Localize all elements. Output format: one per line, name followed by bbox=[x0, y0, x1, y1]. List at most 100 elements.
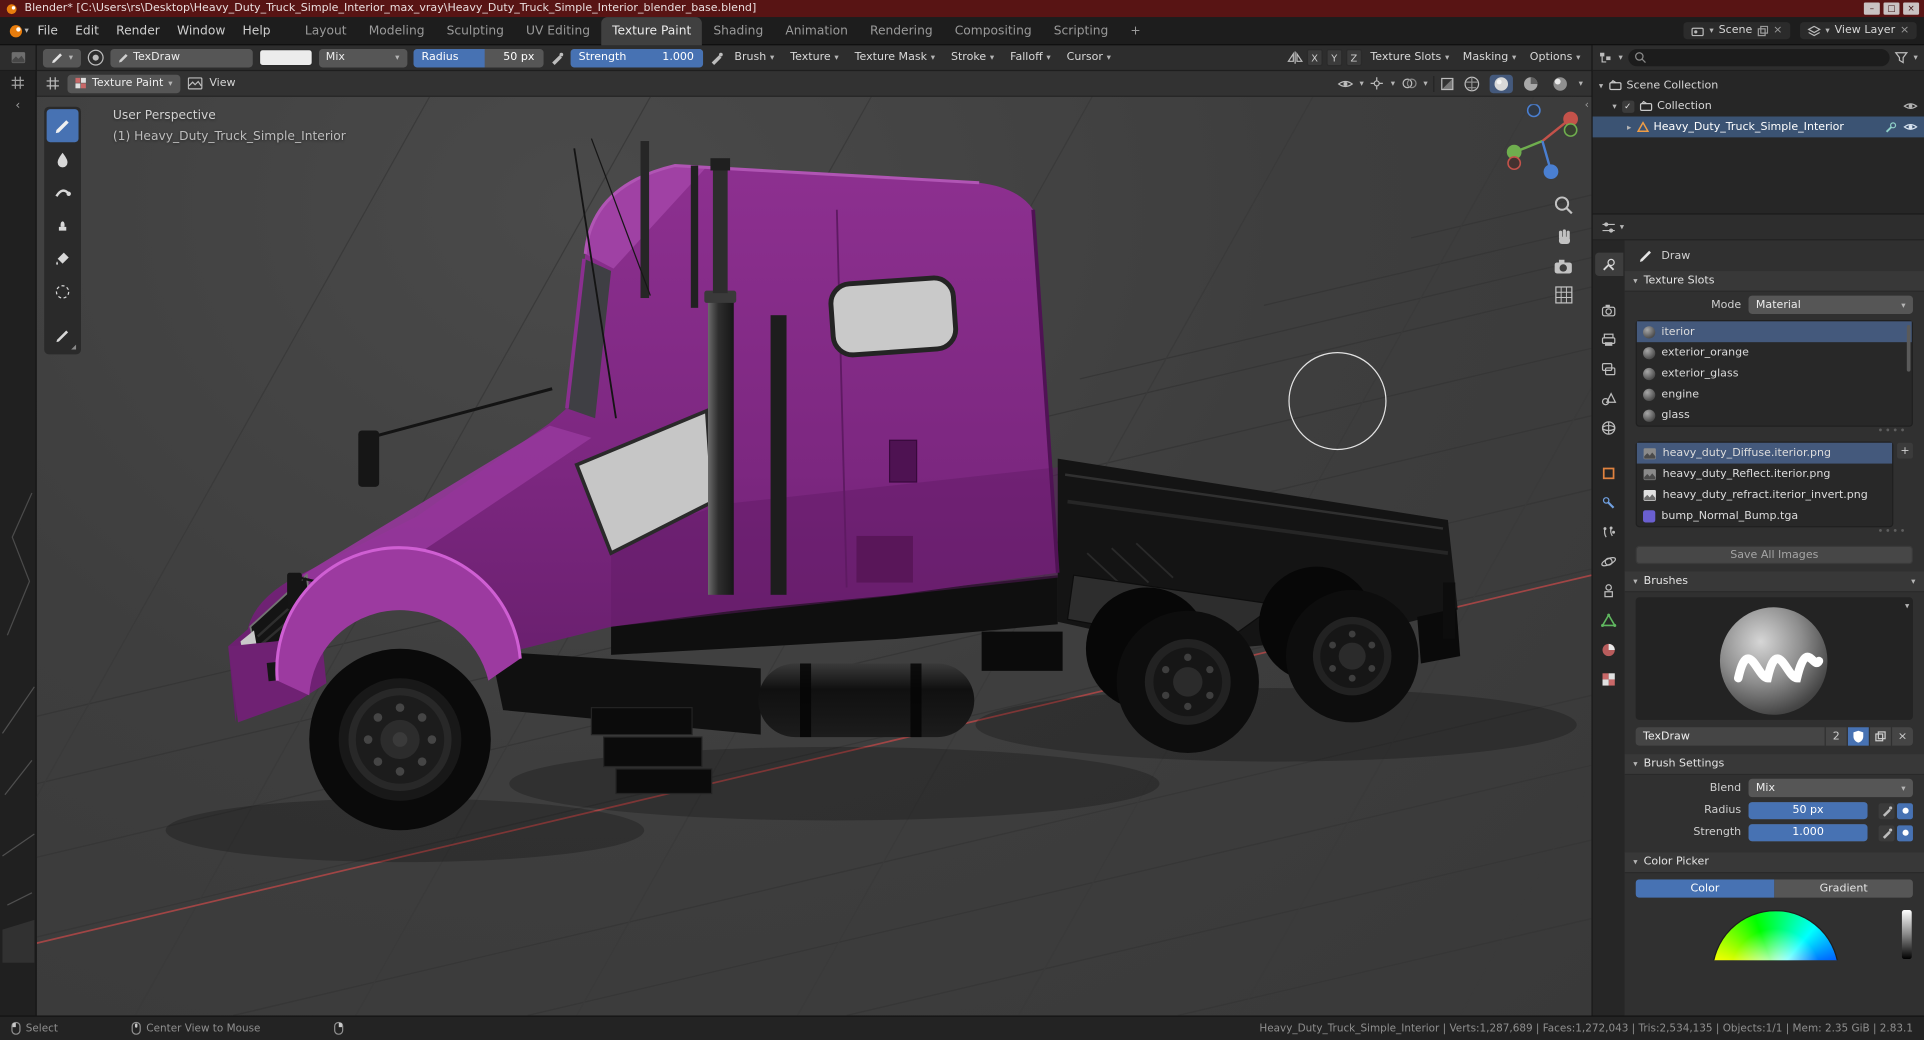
menu-edit[interactable]: Edit bbox=[67, 24, 108, 37]
chevron-down-icon[interactable]: ▾ bbox=[1612, 101, 1616, 111]
value-slider[interactable] bbox=[1901, 910, 1912, 960]
brush-popover[interactable]: Brush ▾ bbox=[729, 52, 779, 64]
shading-material-button[interactable] bbox=[1520, 74, 1543, 92]
texture-slot-row[interactable]: heavy_duty_refract.iterior_invert.png bbox=[1637, 484, 1892, 505]
brush-name-field[interactable]: TexDraw bbox=[1635, 727, 1825, 746]
tool-clone-button[interactable] bbox=[47, 208, 79, 241]
view-menu[interactable]: View bbox=[209, 77, 235, 89]
unlink-scene-button[interactable]: × bbox=[1773, 25, 1782, 37]
tab-render[interactable] bbox=[1595, 298, 1623, 321]
truck-front-wheel[interactable] bbox=[309, 648, 491, 831]
falloff-popover[interactable]: Falloff ▾ bbox=[1005, 52, 1055, 64]
tab-shading[interactable]: Shading bbox=[702, 17, 774, 45]
xray-toggle-icon[interactable] bbox=[1441, 77, 1455, 90]
radius-slider[interactable]: 50 px bbox=[1748, 802, 1868, 820]
maximize-button[interactable]: □ bbox=[1883, 2, 1900, 15]
material-slot-row[interactable]: exterior_glass bbox=[1637, 363, 1912, 384]
pan-hand-icon[interactable] bbox=[1554, 227, 1574, 247]
panel-brush-settings[interactable]: ▾ Brush Settings bbox=[1624, 754, 1924, 776]
toggle-ortho-icon[interactable] bbox=[1555, 286, 1573, 304]
resize-grip[interactable]: ∙∙∙∙ bbox=[1625, 526, 1924, 537]
tab-material[interactable] bbox=[1595, 638, 1623, 661]
overlays-toggle-icon[interactable] bbox=[1401, 77, 1417, 89]
material-slot-row[interactable]: exterior_orange bbox=[1637, 342, 1912, 363]
shading-solid-button[interactable] bbox=[1490, 74, 1514, 93]
symmetry-y-toggle[interactable]: Y bbox=[1326, 49, 1343, 67]
material-slot-row[interactable]: glass bbox=[1637, 405, 1912, 426]
save-all-images-button[interactable]: Save All Images bbox=[1635, 545, 1913, 565]
radius-pressure-icon[interactable] bbox=[1878, 802, 1895, 819]
tab-scene[interactable] bbox=[1595, 386, 1623, 409]
brush-preview-icon[interactable] bbox=[87, 49, 104, 66]
panel-brushes[interactable]: ▾ Brushes ▾ bbox=[1624, 571, 1924, 593]
gradient-tab[interactable]: Gradient bbox=[1774, 879, 1913, 898]
brush-specials-icon[interactable]: ▾ bbox=[1911, 576, 1915, 586]
cursor-popover[interactable]: Cursor ▾ bbox=[1062, 52, 1116, 64]
truck-battery-box[interactable] bbox=[981, 631, 1063, 671]
strength-slider[interactable]: Strength 1.000 bbox=[569, 48, 703, 67]
tool-fill-button[interactable] bbox=[47, 242, 79, 275]
radius-unified-icon[interactable] bbox=[1897, 802, 1913, 819]
color-tab[interactable]: Color bbox=[1635, 879, 1775, 898]
region-collapse-arrow[interactable]: ‹ bbox=[1585, 99, 1589, 111]
texture-slots-popover[interactable]: Texture Slots ▾ bbox=[1366, 52, 1455, 64]
truck-fuel-tank[interactable] bbox=[758, 663, 975, 738]
blend-mode-dropdown[interactable]: Mix ▾ bbox=[318, 48, 407, 67]
color-wheel[interactable] bbox=[1711, 910, 1840, 961]
preview-expand-icon[interactable]: ▾ bbox=[1905, 601, 1909, 611]
outliner-editor-icon[interactable] bbox=[1599, 51, 1614, 64]
navigation-gizmo[interactable] bbox=[1503, 104, 1582, 182]
collapse-region-arrow[interactable]: ‹ bbox=[15, 99, 20, 112]
chevron-down-icon[interactable]: ▾ bbox=[1599, 80, 1603, 90]
side-editor-body[interactable]: ‹ bbox=[0, 71, 36, 1015]
strength-unified-icon[interactable] bbox=[1897, 824, 1913, 841]
image-icon[interactable] bbox=[187, 77, 202, 90]
material-slot-row[interactable]: iterior bbox=[1636, 321, 1912, 343]
tool-annotate-button[interactable] bbox=[47, 319, 79, 352]
menu-file[interactable]: File bbox=[29, 24, 67, 37]
menu-window[interactable]: Window bbox=[168, 24, 234, 37]
brush-users-count[interactable]: 2 bbox=[1825, 727, 1847, 746]
tab-object[interactable] bbox=[1595, 461, 1623, 484]
tab-scripting[interactable]: Scripting bbox=[1043, 17, 1120, 45]
properties-editor-icon[interactable] bbox=[1601, 220, 1616, 233]
tool-soften-button[interactable] bbox=[47, 142, 79, 175]
list-scrollbar[interactable] bbox=[1906, 325, 1911, 372]
tab-physics[interactable] bbox=[1595, 549, 1623, 572]
texture-mask-popover[interactable]: Texture Mask ▾ bbox=[850, 52, 940, 64]
tool-mask-button[interactable] bbox=[47, 275, 79, 308]
tab-texture-paint[interactable]: Texture Paint bbox=[601, 16, 703, 45]
unlink-brush-button[interactable]: × bbox=[1892, 727, 1913, 746]
close-button[interactable]: × bbox=[1903, 2, 1920, 15]
symmetry-x-toggle[interactable]: X bbox=[1306, 49, 1323, 67]
blend-dropdown[interactable]: Mix ▾ bbox=[1748, 778, 1913, 798]
tab-constraints[interactable] bbox=[1595, 579, 1623, 602]
brush-preview[interactable]: ▾ bbox=[1635, 597, 1913, 720]
outliner-row-truck-object[interactable]: ▸ Heavy_Duty_Truck_Simple_Interior bbox=[1592, 116, 1924, 138]
mode-dropdown[interactable]: Texture Paint ▾ bbox=[67, 74, 180, 93]
material-slot-row[interactable]: engine bbox=[1637, 384, 1912, 405]
tab-uv-editing[interactable]: UV Editing bbox=[515, 17, 601, 45]
active-tool-button[interactable]: ▾ bbox=[42, 48, 81, 67]
side-editor-header[interactable] bbox=[0, 45, 36, 72]
viewport-scene[interactable] bbox=[36, 96, 1592, 1016]
masking-popover[interactable]: Masking ▾ bbox=[1458, 52, 1521, 64]
view-layer-selector[interactable]: ▾ View Layer × bbox=[1799, 22, 1917, 40]
outliner-row-collection[interactable]: ▾ ✓ Collection bbox=[1593, 96, 1924, 117]
stroke-popover[interactable]: Stroke ▾ bbox=[946, 52, 999, 64]
fake-user-shield-icon[interactable] bbox=[1847, 727, 1869, 746]
viewport-3d[interactable]: User Perspective (1) Heavy_Duty_Truck_Si… bbox=[36, 96, 1592, 1016]
eye-icon[interactable] bbox=[1903, 121, 1918, 132]
radius-pressure-icon[interactable] bbox=[549, 50, 564, 66]
tab-compositing[interactable]: Compositing bbox=[944, 17, 1043, 45]
shading-rendered-button[interactable] bbox=[1549, 74, 1572, 92]
texture-slot-row[interactable]: heavy_duty_Diffuse.iterior.png bbox=[1636, 442, 1893, 464]
panel-texture-slots[interactable]: ▾ Texture Slots bbox=[1624, 271, 1924, 292]
remove-view-layer-button[interactable]: × bbox=[1900, 25, 1909, 37]
options-popover[interactable]: Options ▾ bbox=[1525, 52, 1585, 64]
mode-dropdown[interactable]: Material ▾ bbox=[1748, 295, 1913, 314]
editor-type-icon[interactable] bbox=[45, 76, 60, 91]
outliner-row-scene-collection[interactable]: ▾ Scene Collection bbox=[1593, 75, 1924, 96]
tab-particles[interactable] bbox=[1595, 520, 1623, 543]
filter-icon[interactable] bbox=[1895, 52, 1909, 64]
